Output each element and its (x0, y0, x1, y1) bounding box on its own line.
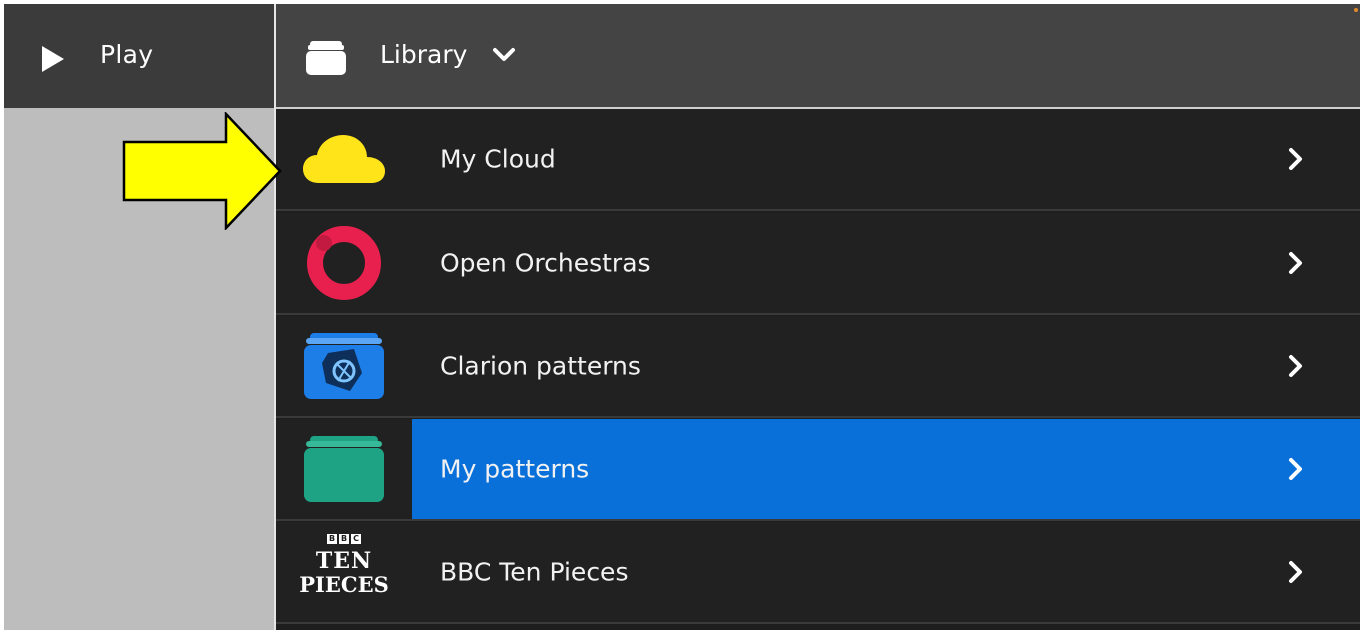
library-item-my-patterns[interactable]: My patterns (276, 419, 1360, 521)
library-item-label: Clarion patterns (440, 351, 641, 381)
library-dropdown[interactable]: Library (276, 4, 1360, 107)
play-icon (42, 46, 64, 72)
bbc-block-letter: B (327, 534, 337, 544)
status-dot (1354, 8, 1358, 12)
ten-pieces-logo-icon: B B C TEN PIECES (298, 532, 390, 612)
library-item-clarion-patterns[interactable]: Clarion patterns (276, 316, 1360, 418)
app-window: Play Library My Cloud Open Orchestras Cl… (4, 4, 1360, 630)
clarion-folder-icon (304, 333, 384, 399)
library-item-my-cloud[interactable]: My Cloud (276, 109, 1360, 211)
chevron-down-icon (493, 48, 515, 61)
library-item-label: Open Orchestras (440, 248, 651, 278)
library-list: My Cloud Open Orchestras Clarion pattern… (276, 109, 1360, 630)
library-item-icon-cell (276, 316, 412, 416)
chevron-right-icon (1289, 148, 1302, 170)
bbc-block-letter: B (339, 534, 349, 544)
row-divider (276, 622, 1360, 624)
open-orchestras-logo-icon (307, 226, 381, 300)
library-item-open-orchestras[interactable]: Open Orchestras (276, 213, 1360, 315)
library-item-icon-cell (276, 419, 412, 519)
row-divider (276, 416, 1360, 418)
cloud-icon (303, 135, 385, 183)
row-divider (276, 519, 1360, 521)
library-label: Library (380, 40, 468, 69)
chevron-right-icon (1289, 561, 1302, 583)
chevron-right-icon (1289, 458, 1302, 480)
library-item-icon-cell: B B C TEN PIECES (276, 522, 412, 622)
play-label: Play (100, 40, 154, 69)
library-item-label: My Cloud (440, 144, 556, 174)
library-item-icon-cell (276, 213, 412, 313)
library-item-label: BBC Ten Pieces (440, 557, 629, 587)
chevron-right-icon (1289, 252, 1302, 274)
folder-icon (304, 436, 384, 502)
ten-pieces-logo-line1: TEN (315, 548, 373, 574)
row-divider (276, 209, 1360, 211)
library-folder-icon (306, 41, 346, 75)
ten-pieces-logo-line2: PIECES (299, 572, 389, 597)
row-divider (276, 313, 1360, 315)
bbc-blocks: B B C (298, 534, 390, 544)
library-item-bbc-ten-pieces[interactable]: B B C TEN PIECES BBC Ten Pieces (276, 522, 1360, 624)
bbc-block-letter: C (351, 534, 361, 544)
library-item-label: My patterns (440, 454, 590, 484)
annotation-arrow-icon (122, 112, 282, 230)
chevron-right-icon (1289, 355, 1302, 377)
play-tab[interactable]: Play (4, 4, 274, 108)
library-item-icon-cell (276, 109, 412, 209)
